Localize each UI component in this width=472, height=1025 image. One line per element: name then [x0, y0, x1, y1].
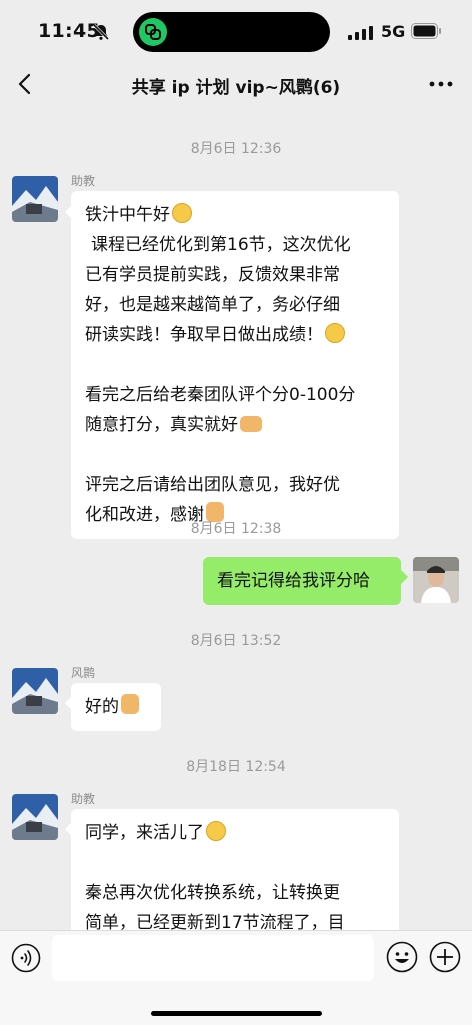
timestamp: 8月6日 12:38: [190, 521, 282, 537]
message-text: 看完之后给老秦团队评个分0-100分: [85, 385, 356, 405]
message-text: 好，也是越来越简单了，务必仔细: [85, 295, 340, 315]
message-text: 好的: [85, 697, 119, 717]
home-indicator: [151, 1011, 322, 1016]
celebrate-emoji-icon: [325, 323, 345, 343]
handshake-emoji-icon: [240, 416, 262, 432]
message-list[interactable]: 8月6日 12:36 助教 铁汁中午好 课程已经优化到第16节，这次优化 已有学…: [0, 108, 472, 930]
voice-icon[interactable]: [11, 943, 41, 973]
chat-title: 共享 ip 计划 vip~风鹮(6): [131, 78, 341, 98]
link-icon: [139, 18, 167, 46]
message-text: 简单，已经更新到17节流程了，目: [85, 913, 345, 930]
timestamp: 8月6日 12:36: [190, 141, 282, 157]
message-bubble[interactable]: 铁汁中午好 课程已经优化到第16节，这次优化 已有学员提前实践，反馈效果非常 好…: [71, 191, 399, 539]
message-bubble-mine[interactable]: 看完记得给我评分哈: [203, 557, 401, 605]
sender-name: 风鹮: [71, 666, 96, 680]
message-text: 随意打分，真实就好: [85, 415, 238, 435]
network-label: 5G: [381, 22, 406, 41]
avatar[interactable]: [12, 176, 58, 222]
message-text: 同学，来活儿了: [85, 823, 204, 843]
sender-name: 助教: [71, 174, 96, 188]
message-text: 已有学员提前实践，反馈效果非常: [85, 265, 340, 285]
more-icon[interactable]: [428, 78, 454, 90]
message-bubble[interactable]: 同学，来活儿了 秦总再次优化转换系统，让转换更 简单，已经更新到17节流程了，目: [71, 809, 399, 930]
grin-emoji-icon: [206, 821, 226, 841]
message-text: 铁汁中午好: [85, 205, 170, 225]
status-time: 11:45: [38, 20, 100, 42]
bell-slash-icon: [92, 23, 110, 41]
avatar[interactable]: [12, 668, 58, 714]
my-avatar[interactable]: [413, 557, 459, 603]
ok-hand-emoji-icon: [121, 694, 139, 714]
timestamp: 8月18日 12:54: [186, 759, 286, 775]
message-text: 看完记得给我评分哈: [217, 571, 370, 591]
emoji-icon[interactable]: [386, 941, 418, 973]
timestamp: 8月6日 13:52: [190, 633, 282, 649]
signal-icon: [348, 26, 373, 40]
plus-icon[interactable]: [429, 941, 461, 973]
message-text: 秦总再次优化转换系统，让转换更: [85, 883, 340, 903]
message-text: 评完之后请给出团队意见，我好优: [85, 475, 340, 495]
dynamic-island: [133, 12, 330, 52]
message-bubble[interactable]: 好的: [71, 683, 161, 731]
message-text: 研读实践！争取早日做出成绩！: [85, 325, 323, 345]
message-text: 课程已经优化到第16节，这次优化: [91, 235, 351, 255]
thinking-emoji-icon: [172, 203, 192, 223]
status-bar: 11:45 5G: [0, 0, 472, 62]
chat-header: 共享 ip 计划 vip~风鹮(6): [0, 62, 472, 108]
avatar[interactable]: [12, 794, 58, 840]
message-input[interactable]: [52, 935, 374, 981]
battery-icon: [411, 23, 441, 39]
back-arrow-icon[interactable]: [14, 71, 38, 97]
sender-name: 助教: [71, 792, 96, 806]
